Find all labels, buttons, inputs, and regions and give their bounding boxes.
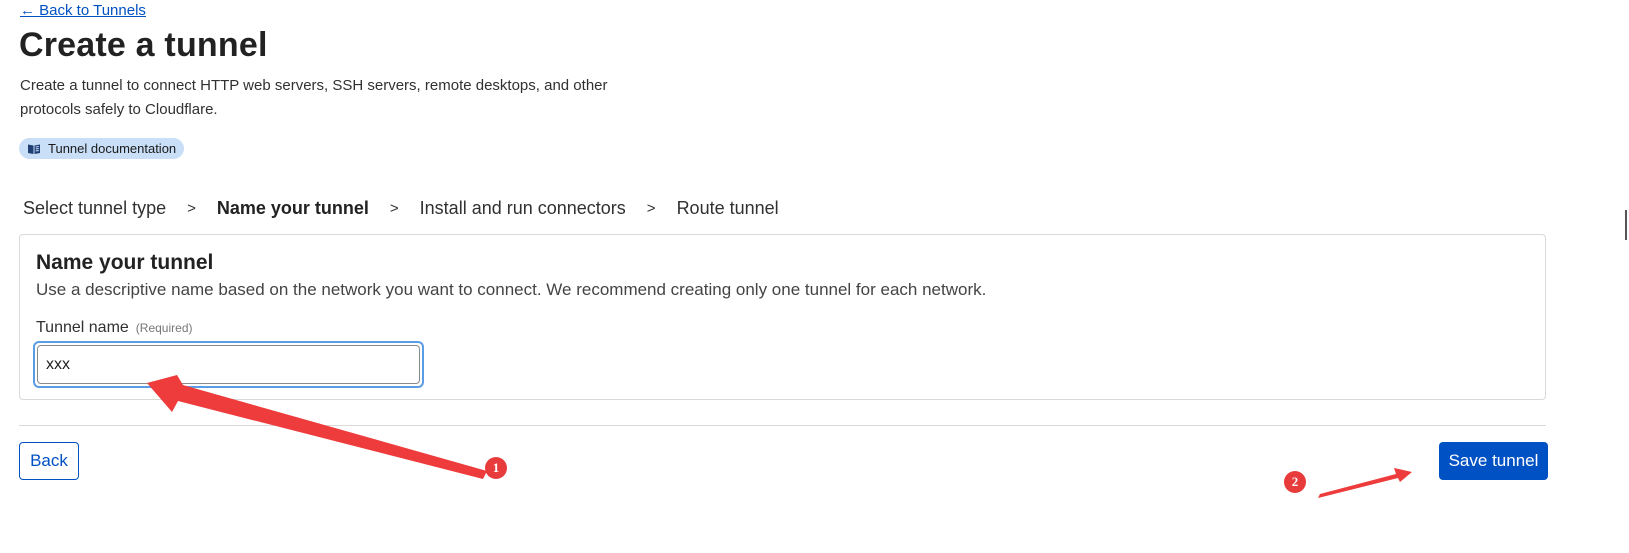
- annotation-arrow-2: [1318, 468, 1412, 498]
- step-separator: >: [646, 200, 656, 217]
- required-indicator: (Required): [135, 321, 193, 335]
- tunnel-name-input-wrapper: [33, 341, 424, 388]
- page-description: Create a tunnel to connect HTTP web serv…: [20, 77, 608, 118]
- back-button[interactable]: Back: [19, 442, 79, 480]
- card-description: Use a descriptive name based on the netw…: [36, 280, 987, 299]
- save-tunnel-button[interactable]: Save tunnel: [1439, 442, 1548, 480]
- tunnel-name-input[interactable]: [37, 345, 420, 384]
- card-title: Name your tunnel: [36, 251, 214, 274]
- annotation-badge-2: 2: [1284, 471, 1306, 493]
- back-to-tunnels-link[interactable]: ← Back to Tunnels: [20, 2, 146, 19]
- step-name-your-tunnel: Name your tunnel: [216, 198, 369, 218]
- page-title: Create a tunnel: [19, 26, 268, 64]
- step-install-run-connectors: Install and run connectors: [419, 198, 626, 218]
- name-tunnel-card: Name your tunnel Use a descriptive name …: [19, 234, 1546, 400]
- create-tunnel-page: ← Back to Tunnels Create a tunnel Create…: [0, 0, 1629, 553]
- annotation-badge-1: 1: [485, 457, 507, 479]
- footer-divider: [19, 425, 1546, 426]
- step-route-tunnel: Route tunnel: [676, 198, 779, 218]
- step-select-tunnel-type: Select tunnel type: [23, 198, 167, 218]
- step-separator: >: [389, 200, 399, 217]
- tunnel-name-label-text: Tunnel name: [36, 319, 129, 336]
- tunnel-name-label: Tunnel name (Required): [36, 319, 193, 337]
- stepper: Select tunnel type > Name your tunnel > …: [23, 198, 779, 219]
- step-separator: >: [187, 200, 196, 217]
- scrollbar-edge[interactable]: [1625, 210, 1627, 240]
- book-icon: [27, 143, 41, 155]
- tunnel-documentation-link[interactable]: Tunnel documentation: [19, 138, 185, 159]
- tunnel-documentation-label: Tunnel documentation: [48, 141, 177, 156]
